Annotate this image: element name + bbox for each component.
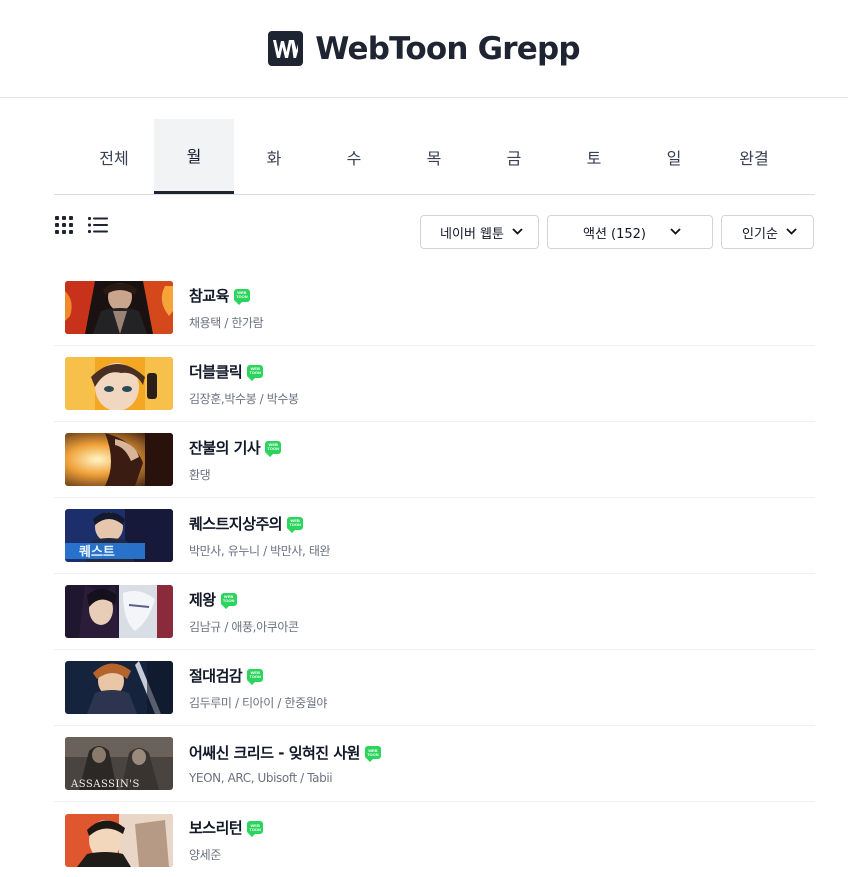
webtoon-thumbnail [65,813,173,867]
webtoon-title[interactable]: 잔불의 기사 [189,437,261,458]
naver-webtoon-badge-icon: WEB TOON [247,668,264,685]
platform-select[interactable]: 네이버 웹툰 [420,215,539,249]
webtoon-info: 제왕 WEB TOON 김남규 / 애풍,아쿠아콘 [189,589,299,635]
webtoon-title[interactable]: 절대검감 [189,665,243,686]
title-row: 어쌔신 크리드 - 잊혀진 사원 WEB TOON [189,742,381,763]
sort-select[interactable]: 인기순 [721,215,814,249]
naver-webtoon-badge-icon: WEB TOON [233,288,250,305]
title-row: 퀘스트지상주의 WEB TOON [189,513,330,534]
webtoon-title[interactable]: 어쌔신 크리드 - 잊혀진 사원 [189,742,360,763]
grid-view-icon[interactable] [54,215,74,235]
webtoon-author: 김남규 / 애풍,아쿠아콘 [189,619,299,634]
webtoon-author: 양세준 [189,848,221,862]
webtoon-info: 더블클릭 WEB TOON 김장훈,박수봉 / 박수봉 [189,361,299,407]
list-item[interactable]: 퀘스트 퀘스트지상주의 WEB TOON 박만사, 유누니 / 박만사, 태완 [54,498,815,574]
naver-webtoon-badge-icon: WEB TOON [364,746,381,762]
day-tabs: 전체 월 화 수 목 금 토 일 완결 [54,119,815,195]
tab-sunday[interactable]: 일 [634,119,714,194]
webtoon-author: 김두루미 / 티아이 / 한중월야 [189,695,327,710]
list-item[interactable]: 절대검감 WEB TOON 김두루미 / 티아이 / 한중월야 [54,650,815,726]
platform-select-value: 네이버 웹툰 [440,226,504,242]
list-item[interactable]: 보스리턴 WEB TOON 양세준 [54,802,815,877]
webtoon-thumbnail [65,433,173,486]
webtoon-author: 박만사, 유누니 / 박만사, 태완 [189,543,331,558]
webtoon-info: 보스리턴 WEB TOON 양세준 [189,817,264,863]
genre-select-value: 액션 (152) [582,226,646,242]
webtoon-title[interactable]: 제왕 [189,589,216,610]
site-header: WebToon Grepp [0,0,848,98]
tab-friday[interactable]: 금 [474,119,554,194]
chevron-down-icon [670,227,681,238]
webtoon-info: 퀘스트지상주의 WEB TOON 박만사, 유누니 / 박만사, 태완 [189,513,331,559]
tab-completed[interactable]: 완결 [714,119,794,194]
webtoon-info: 참교육 WEB TOON 채용택 / 한가람 [189,285,264,331]
naver-webtoon-badge-icon: WEB TOON [247,364,264,381]
webtoon-thumbnail [65,281,173,334]
svg-text:퀘스트: 퀘스트 [79,544,115,560]
list-item[interactable]: 참교육 WEB TOON 채용택 / 한가람 [54,270,815,346]
webtoon-title[interactable]: 보스리턴 [189,817,243,838]
naver-webtoon-badge-icon: WEB TOON [220,592,237,609]
webtoon-info: 절대검감 WEB TOON 김두루미 / 티아이 / 한중월야 [189,665,327,711]
site-title: WebToon Grepp [315,30,580,67]
webtoon-thumbnail: 퀘스트 [65,509,173,562]
title-row: 보스리턴 WEB TOON [189,817,264,838]
list-item[interactable]: 제왕 WEB TOON 김남규 / 애풍,아쿠아콘 [54,574,815,650]
view-toggle [54,215,108,235]
svg-text:ASSASSIN'S: ASSASSIN'S [70,779,140,790]
webtoon-thumbnail [65,585,173,638]
list-item[interactable]: ASSASSIN'S 어쌔신 크리드 - 잊혀진 사원 WEB TOON YEON… [54,726,815,802]
tab-all[interactable]: 전체 [74,119,154,194]
title-row: 참교육 WEB TOON [189,285,263,306]
webtoon-author: 환댕 [189,467,211,482]
webtoon-info: 잔불의 기사 WEB TOON 환댕 [189,437,282,483]
title-row: 제왕 WEB TOON [189,589,299,610]
chevron-down-icon [512,227,523,238]
webtoon-w-logo-icon [268,31,304,66]
tab-thursday[interactable]: 목 [394,119,474,194]
filter-bar: 네이버 웹툰 액션 (152) 인기순 [420,215,814,249]
tab-saturday[interactable]: 토 [554,119,634,194]
tab-monday[interactable]: 월 [154,119,234,194]
title-row: 잔불의 기사 WEB TOON [189,437,282,458]
list-view-icon[interactable] [88,215,108,235]
tab-wednesday[interactable]: 수 [314,119,394,194]
webtoon-author: 김장훈,박수봉 / 박수봉 [189,391,299,406]
chevron-down-icon [786,227,797,238]
webtoon-title[interactable]: 더블클릭 [189,361,243,382]
sort-select-value: 인기순 [742,226,778,242]
webtoon-thumbnail [65,357,173,410]
list-item[interactable]: 더블클릭 WEB TOON 김장훈,박수봉 / 박수봉 [54,346,815,422]
webtoon-author: 채용택 / 한가람 [189,315,264,330]
webtoon-list: 참교육 WEB TOON 채용택 / 한가람 더블클릭 WEB TOON 김장훈… [54,270,815,877]
title-row: 절대검감 WEB TOON [189,665,327,686]
list-item[interactable]: 잔불의 기사 WEB TOON 환댕 [54,422,815,498]
title-row: 더블클릭 WEB TOON [189,361,299,382]
webtoon-thumbnail: ASSASSIN'S [65,737,173,790]
naver-webtoon-badge-icon: WEB TOON [287,516,304,533]
webtoon-thumbnail [65,661,173,714]
webtoon-title[interactable]: 퀘스트지상주의 [189,513,283,534]
site-logo[interactable]: WebToon Grepp [268,30,581,67]
naver-webtoon-badge-icon: WEB TOON [247,821,264,837]
webtoon-info: 어쌔신 크리드 - 잊혀진 사원 WEB TOON YEON, ARC, Ubis… [189,742,381,785]
webtoon-author: YEON, ARC, Ubisoft / Tabii [189,771,333,785]
naver-webtoon-badge-icon: WEB TOON [265,440,282,457]
tab-tuesday[interactable]: 화 [234,119,314,194]
webtoon-title[interactable]: 참교육 [189,285,229,306]
genre-select[interactable]: 액션 (152) [547,215,713,249]
